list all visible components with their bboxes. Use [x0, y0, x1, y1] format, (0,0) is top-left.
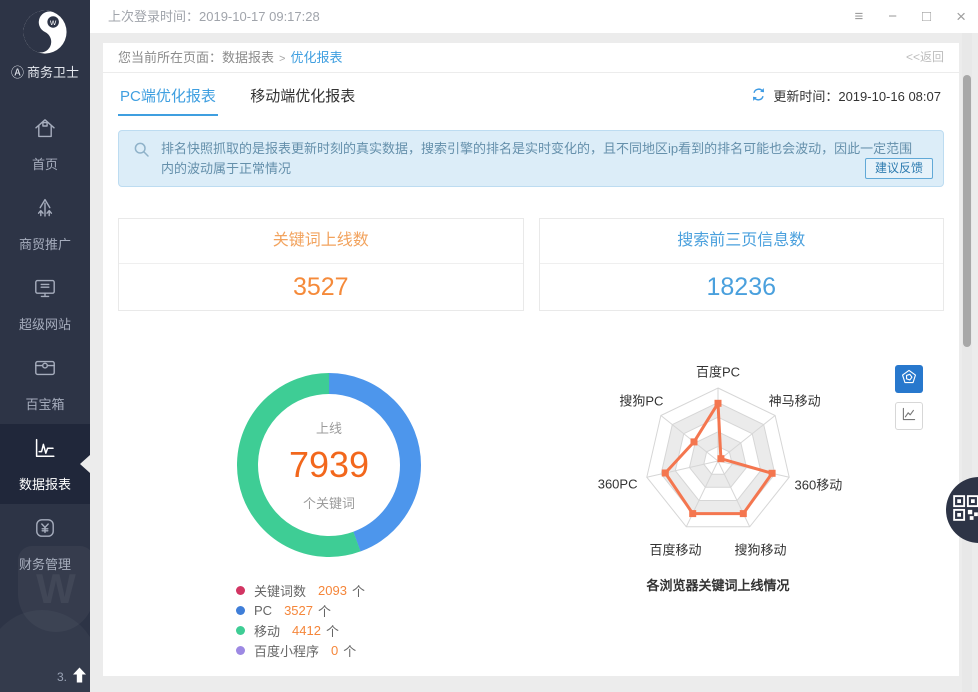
brand: w Ⓐ 商务卫士 — [0, 9, 90, 81]
top3-pages-card: 搜索前三页信息数 18236 — [539, 218, 945, 311]
notice-banner: 排名快照抓取的是报表更新时刻的真实数据，搜索引擎的排名是实时变化的，且不同地区i… — [118, 130, 944, 187]
radar-chart-icon — [900, 368, 918, 391]
monitor-icon — [32, 275, 58, 306]
radar-view-button[interactable] — [895, 365, 923, 393]
radar-axis-label: 360PC — [598, 476, 638, 491]
main-panel: 您当前所在页面：数据报表>优化报表 <<返回 PC端优化报表 移动端优化报表 更… — [103, 43, 959, 676]
notice-text: 排名快照抓取的是报表更新时刻的真实数据，搜索引擎的排名是实时变化的，且不同地区i… — [161, 141, 912, 176]
sidebar-item-toolbox[interactable]: 百宝箱 — [0, 344, 90, 424]
card-value: 3527 — [119, 264, 523, 310]
radar-axis-label: 百度移动 — [649, 540, 701, 559]
legend-item-miniprogram[interactable]: 百度小程序 0 个 — [236, 640, 365, 660]
breadcrumb-parent: 数据报表 — [222, 50, 274, 65]
card-title: 搜索前三页信息数 — [540, 219, 944, 264]
maximize-button[interactable]: □ — [922, 9, 931, 24]
qr-code-icon — [951, 493, 978, 528]
card-title: 关键词上线数 — [119, 219, 523, 264]
donut-chart: 上线 7939 个关键词 — [237, 373, 421, 557]
tabs-bar: PC端优化报表 移动端优化报表 更新时间：2019-10-16 08:07 — [103, 73, 959, 116]
stat-cards: 关键词上线数 3527 搜索前三页信息数 18236 — [118, 218, 944, 311]
donut-total-value: 7939 — [289, 444, 369, 486]
radar-chart: 百度PC 神马移动 360移动 搜狗移动 百度移动 360PC 搜狗PC — [558, 361, 878, 567]
tab-mobile-report[interactable]: 移动端优化报表 — [248, 73, 357, 116]
window-controls: ≡ − □ × — [854, 0, 966, 33]
radar-axis-label: 百度PC — [696, 362, 740, 381]
app-window: w Ⓐ 商务卫士 首页 — [0, 0, 978, 692]
promotion-arrows-icon — [32, 195, 58, 226]
legend-dot — [236, 626, 245, 635]
legend-item-mobile[interactable]: 移动 4412 个 — [236, 620, 365, 640]
radar-axis-label: 搜狗PC — [619, 390, 663, 409]
legend-item-pc[interactable]: PC 3527 个 — [236, 600, 365, 620]
refresh-control[interactable]: 更新时间：2019-10-16 08:07 — [751, 86, 941, 105]
close-button[interactable]: × — [956, 8, 966, 25]
last-login-text: 上次登录时间：2019-10-17 09:17:28 — [108, 0, 320, 33]
sidebar-item-promotion[interactable]: 商贸推广 — [0, 184, 90, 264]
report-chart-icon — [32, 435, 58, 466]
title-bar: 上次登录时间：2019-10-17 09:17:28 ≡ − □ × — [90, 0, 978, 33]
sidebar-item-reports[interactable]: 数据报表 — [0, 424, 90, 504]
home-icon — [32, 115, 58, 146]
sidebar-item-finance[interactable]: 财务管理 — [0, 504, 90, 584]
radar-caption: 各浏览器关键词上线情况 — [558, 575, 878, 594]
tab-pc-report[interactable]: PC端优化报表 — [118, 73, 218, 116]
scrollbar-track[interactable] — [962, 33, 972, 692]
brand-badge-icon: Ⓐ — [11, 62, 24, 81]
scrollbar-thumb[interactable] — [963, 75, 971, 347]
refresh-time-text: 更新时间：2019-10-16 08:07 — [773, 86, 941, 105]
refresh-icon — [751, 87, 766, 105]
line-view-button[interactable] — [895, 402, 923, 430]
legend-item-keywords[interactable]: 关键词数 2093 个 — [236, 580, 365, 600]
sidebar: w Ⓐ 商务卫士 首页 — [0, 0, 90, 692]
donut-legend: 关键词数 2093 个 PC 3527 个 移动 4412 个 百度小程序 0 … — [236, 580, 365, 660]
hamburger-menu-icon[interactable]: ≡ — [854, 9, 863, 24]
radar-axis-label: 360移动 — [795, 474, 843, 493]
scroll-top-arrow-icon[interactable] — [72, 667, 87, 686]
finance-yuan-icon — [32, 515, 58, 546]
legend-dot — [236, 606, 245, 615]
breadcrumb: 您当前所在页面：数据报表>优化报表 <<返回 — [103, 43, 959, 73]
radar-chart-svg — [558, 361, 878, 567]
sidebar-item-website[interactable]: 超级网站 — [0, 264, 90, 344]
radar-axis-label: 搜狗移动 — [734, 540, 786, 559]
sidebar-footer: 3. — [57, 667, 87, 686]
toolbox-icon — [32, 355, 58, 386]
card-value: 18236 — [540, 264, 944, 310]
keyword-online-card: 关键词上线数 3527 — [118, 218, 524, 311]
search-icon — [133, 141, 150, 164]
breadcrumb-separator: > — [279, 53, 285, 65]
sidebar-item-home[interactable]: 首页 — [0, 104, 90, 184]
back-link[interactable]: <<返回 — [906, 43, 944, 72]
legend-dot — [236, 646, 245, 655]
feedback-button[interactable]: 建议反馈 — [865, 158, 933, 179]
breadcrumb-current[interactable]: 优化报表 — [290, 50, 342, 65]
brand-name: Ⓐ 商务卫士 — [0, 62, 90, 81]
minimize-button[interactable]: − — [888, 9, 897, 24]
radar-axis-label: 神马移动 — [769, 390, 821, 409]
sidebar-footer-text: 3. — [57, 670, 67, 684]
donut-center-label: 上线 7939 个关键词 — [237, 373, 421, 557]
svg-text:w: w — [49, 17, 57, 27]
legend-dot — [236, 586, 245, 595]
sidebar-nav: 首页 商贸推广 超级网站 — [0, 104, 90, 584]
line-chart-icon — [901, 406, 917, 427]
yinyang-w-logo-icon: w — [0, 9, 90, 55]
